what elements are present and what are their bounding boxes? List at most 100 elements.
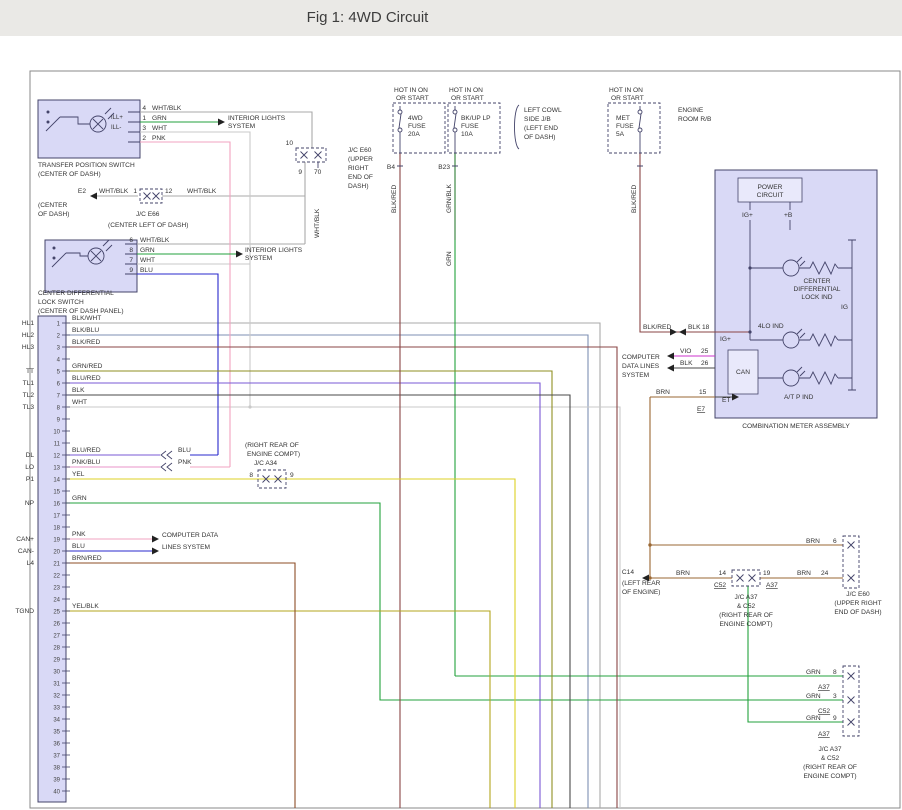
brn24-wire: BRN: [797, 570, 811, 577]
meter-computer-3: SYSTEM: [622, 372, 649, 379]
jc-e60-name: J/C E60: [348, 147, 372, 154]
fuse2-hot-1: HOT IN ON: [449, 87, 483, 94]
e2-loc-2: OF DASH): [38, 211, 70, 218]
jc-a37c52-b-3: (RIGHT REAR OF: [803, 764, 857, 771]
cdl-ind-3: LOCK IND: [801, 294, 832, 301]
wire-label-p16: GRN: [72, 495, 87, 502]
transfer-pin-3: 3: [142, 125, 146, 132]
wire-label-p14: YEL: [72, 471, 85, 478]
row-label-tt: TT: [26, 368, 34, 375]
meter-brn: BRN: [656, 389, 670, 396]
left-connector-pin-number: 21: [53, 562, 60, 568]
can-box-label: CAN: [736, 369, 750, 376]
left-connector-pin-number: 17: [53, 514, 60, 520]
jc-e66-pin-1: 1: [133, 188, 137, 195]
wire-label-p25: YEL/BLK: [72, 603, 99, 610]
left-connector-pin-number: 23: [53, 586, 60, 592]
wire-label-p12b: BLU: [178, 447, 191, 454]
fuse2-pin: B23: [438, 164, 450, 171]
fuse3-name-3: 5A: [616, 131, 625, 138]
meter-blkred: BLK/RED: [643, 324, 671, 331]
e2-label: E2: [78, 188, 86, 195]
left-connector-pin-number: 11: [54, 442, 61, 448]
transfer-pin-2: 2: [142, 135, 146, 142]
wire-label-p12: BLU/RED: [72, 447, 101, 454]
jc-e66-loc: (CENTER LEFT OF DASH): [108, 222, 188, 229]
wiring-diagram-svg: 1234567891011121314151617181920212223242…: [0, 0, 902, 810]
engine-room-rb-1: ENGINE: [678, 107, 704, 114]
row-label-tl1: TL1: [23, 380, 35, 387]
fuse1-name-1: 4WD: [408, 115, 423, 122]
transfer-wire-2: PNK: [152, 135, 166, 142]
jc-e60-loc-2: RIGHT: [348, 165, 369, 172]
meter-pin-18: 18: [702, 324, 710, 331]
meter-igplus-pin: IG+: [720, 336, 731, 343]
jc-a37c52-b-4: ENGINE COMPT): [803, 773, 856, 780]
left-connector-pin-number: 35: [53, 730, 60, 736]
meter-blk18: BLK: [688, 324, 701, 331]
jc-a34-loc-2: ENGINE COMPT): [247, 451, 300, 458]
row-label-p1: P1: [26, 476, 34, 483]
c52-sub: C52: [714, 582, 726, 589]
left-connector-pin-number: 14: [53, 478, 60, 484]
left-connector-pin-number: 29: [53, 658, 60, 664]
diff-contact-dot: [53, 247, 56, 250]
jc-e66-pin-12: 12: [165, 188, 173, 195]
fuse1-pin: B4: [387, 164, 395, 171]
left-connector-pin-number: 39: [53, 778, 60, 784]
transfer-switch-location: (CENTER OF DASH): [38, 171, 101, 178]
computer-data-label-1: COMPUTER DATA: [162, 532, 219, 539]
fuse3-name-1: MET: [616, 115, 630, 122]
row-label-tl3: TL3: [23, 404, 35, 411]
diff-contact-dot: [53, 257, 56, 260]
fuse1-wire: BLK/RED: [391, 185, 398, 213]
cdl-ind-2: DIFFERENTIAL: [794, 286, 841, 293]
transfer-position-switch-box: [38, 100, 140, 158]
jc-e60-br-1: J/C E60: [846, 591, 870, 598]
power-circuit-1: POWER: [758, 184, 783, 191]
grn3-pin: 3: [833, 693, 837, 700]
grn3-sub: C52: [818, 708, 830, 715]
center-diff-lock-switch-box: [45, 240, 137, 292]
jc-a34-loc-1: (RIGHT REAR OF: [245, 442, 299, 449]
fuse3-hot-1: HOT IN ON: [609, 87, 643, 94]
jc-e60-pin-10: 10: [286, 140, 294, 147]
jc-a34-name: J/C A34: [254, 460, 277, 467]
brn24-pin: 24: [821, 570, 829, 577]
row-label-hl3: HL3: [22, 344, 34, 351]
diff-wire-7: WHT: [140, 257, 155, 264]
jc-e60-loc-4: DASH): [348, 183, 369, 190]
wire-label-p1: BLK/WHT: [72, 315, 101, 322]
grn9-pin: 9: [833, 715, 837, 722]
wire-label-p8: WHT: [72, 399, 87, 406]
diff-wire-8: GRN: [140, 247, 155, 254]
wire-label-p13: PNK/BLU: [72, 459, 100, 466]
fuse1-name-3: 20A: [408, 131, 420, 138]
jc-e60-br-3: END OF DASH): [834, 609, 881, 616]
grn9-sub: A37: [818, 731, 830, 738]
jc-e60-pin-9: 9: [298, 169, 302, 176]
fuse1-hot-2: OR START: [396, 95, 429, 102]
wire-label-p2: BLK/BLU: [72, 327, 99, 334]
transfer-contact-dot: [47, 111, 50, 114]
meter-ig-rail: IG: [841, 304, 848, 311]
diff-pin-7: 7: [129, 257, 133, 264]
left-connector-pin-number: 38: [53, 766, 60, 772]
row-label-tgnd: TGND: [15, 608, 34, 615]
c14-loc-2: OF ENGINE): [622, 589, 660, 596]
jc-a37c52-b-2: & C52: [821, 755, 840, 762]
grn8-wire: GRN: [806, 669, 821, 676]
ill-plus-label: ILL+: [111, 115, 123, 121]
left-connector-pin-number: 10: [53, 430, 60, 436]
transfer-contact-dot: [47, 121, 50, 124]
jc-a37c52-b-1: J/C A37: [818, 746, 841, 753]
left-connector-pin-number: 24: [53, 598, 60, 604]
left-connector-pin-number: 32: [53, 694, 60, 700]
fuse2-name-3: 10A: [461, 131, 473, 138]
e2-loc-1: (CENTER: [38, 202, 68, 209]
row-label-l4: L4: [27, 560, 35, 567]
grn3-wire: GRN: [806, 693, 821, 700]
jc-e66-name: J/C E66: [136, 211, 160, 218]
fuse2-wire-1: GRN/BLK: [446, 183, 453, 213]
interior-lights-label-2b: SYSTEM: [245, 255, 272, 262]
